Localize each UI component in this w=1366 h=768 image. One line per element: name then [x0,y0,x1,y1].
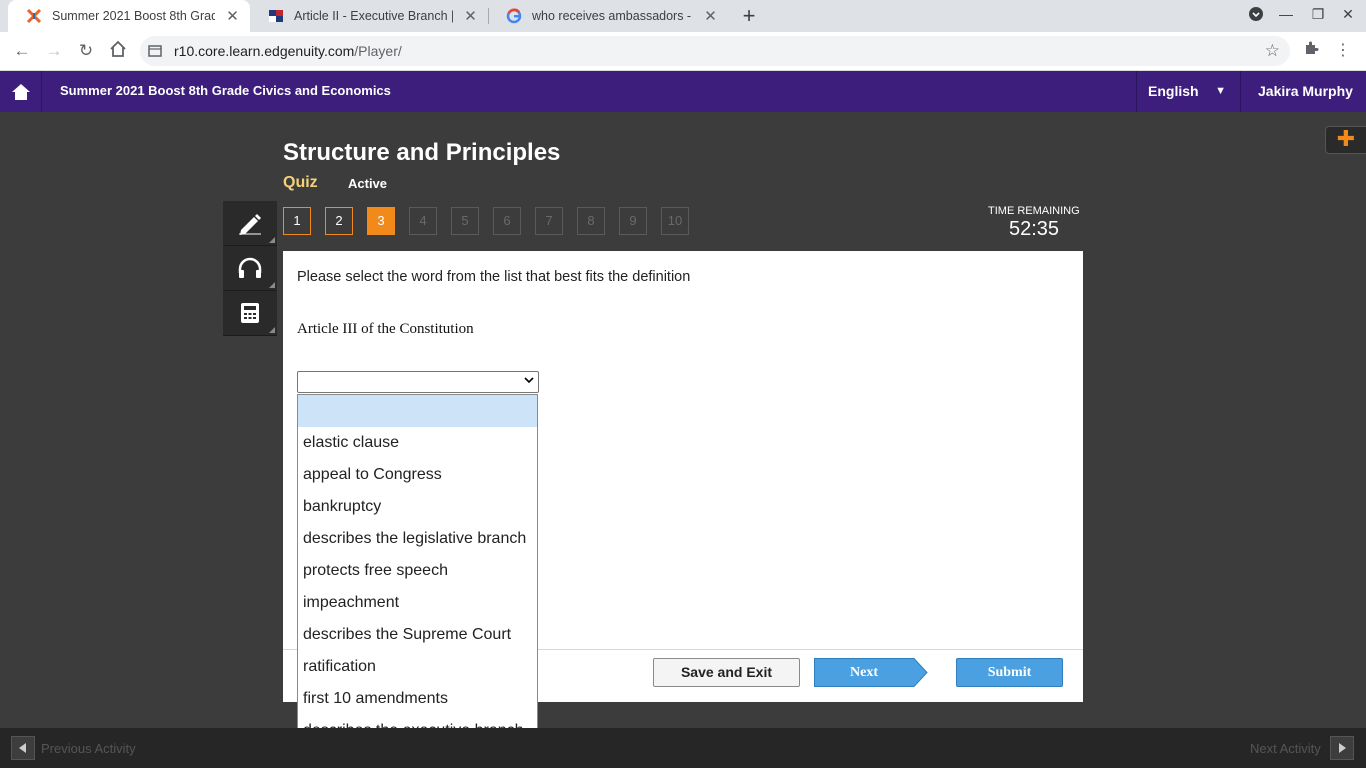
answer-option[interactable]: describes the legislative branch [298,523,537,555]
previous-activity-label: Previous Activity [41,741,136,756]
time-remaining: 52:35 [1009,218,1060,240]
url-text: r10.core.learn.edgenuity.com/Player/ [174,43,402,59]
app-header: Summer 2021 Boost 8th Grade Civics and E… [0,71,1366,112]
answer-option[interactable]: impeachment [298,587,537,619]
answer-option[interactable]: describes the Supreme Court [298,619,537,651]
edgenuity-favicon-icon [26,8,42,24]
answer-option[interactable]: protects free speech [298,555,537,587]
question-number-9: 9 [619,207,647,235]
tab-title: Summer 2021 Boost 8th Grade Civics and E… [52,9,216,23]
address-bar[interactable]: r10.core.learn.edgenuity.com/Player/ ☆ [140,36,1290,66]
question-number-4: 4 [409,207,437,235]
browser-tab-constitution[interactable]: Article II - Executive Branch | The Nati… [250,0,488,32]
tool-rail [223,201,277,336]
definition-term: Article III of the Constitution [297,321,474,337]
constitution-center-favicon-icon [268,8,284,24]
minimize-icon[interactable]: — [1276,6,1296,26]
page-title: Structure and Principles [283,139,561,166]
restore-icon[interactable]: ❐ [1308,6,1328,26]
question-number-2[interactable]: 2 [325,207,353,235]
user-menu[interactable]: Jakira Murphy [1240,71,1366,112]
question-number-8: 8 [577,207,605,235]
course-title: Summer 2021 Boost 8th Grade Civics and E… [60,83,391,98]
close-tab-icon[interactable]: ✕ [703,7,718,25]
close-tab-icon[interactable]: ✕ [463,7,478,25]
new-tab-icon[interactable]: + [738,4,760,28]
question-number-6: 6 [493,207,521,235]
activity-type-label: Quiz [283,174,318,191]
answer-options-list: elastic clause appeal to Congress bankru… [297,394,538,746]
back-icon[interactable]: ← [11,40,33,62]
language-selector[interactable]: English ▼ [1136,71,1240,112]
next-activity-label: Next Activity [1250,741,1321,756]
answer-option[interactable]: elastic clause [298,427,537,459]
caret-left-icon [19,743,26,753]
submit-button[interactable]: Submit [956,658,1063,687]
previous-activity-button[interactable] [11,736,35,760]
save-and-exit-button[interactable]: Save and Exit [653,658,800,687]
answer-option[interactable]: bankruptcy [298,491,537,523]
house-icon [11,83,30,100]
chevron-down-icon [524,377,534,384]
caret-right-icon [1339,743,1346,753]
bookmark-star-icon[interactable]: ☆ [1265,41,1280,61]
question-prompt: Please select the word from the list tha… [297,269,691,285]
tab-title: Article II - Executive Branch | The Nati… [294,9,454,23]
expand-tools-button[interactable]: ✚ [1325,126,1366,154]
app-home-button[interactable] [0,71,42,112]
answer-option[interactable]: first 10 amendments [298,683,537,715]
close-window-icon[interactable]: ✕ [1338,6,1358,26]
forward-icon[interactable]: → [43,40,65,62]
pencil-icon [239,214,261,235]
browser-tab-google[interactable]: who receives ambassadors - Google Search… [488,0,728,32]
browser-tab-strip: Summer 2021 Boost 8th Grade Civics and E… [0,0,1366,32]
next-button[interactable]: Next [814,658,928,687]
extensions-icon[interactable] [1300,40,1322,62]
browser-tab-edgenuity[interactable]: Summer 2021 Boost 8th Grade Civics and E… [8,0,250,32]
answer-option[interactable] [298,395,537,427]
answer-select[interactable] [297,371,539,393]
question-number-10: 10 [661,207,689,235]
question-number-7: 7 [535,207,563,235]
reload-icon[interactable]: ↻ [75,40,97,62]
home-icon[interactable] [107,40,129,62]
google-favicon-icon [506,8,522,24]
browser-toolbar: ← → ↻ r10.core.learn.edgenuity.com/Playe… [0,32,1366,71]
tab-search-icon[interactable] [1246,6,1266,26]
answer-option[interactable]: appeal to Congress [298,459,537,491]
calculator-tool-button[interactable] [223,291,277,336]
next-activity-button[interactable] [1330,736,1354,760]
close-tab-icon[interactable]: ✕ [225,7,240,25]
annotate-tool-button[interactable] [223,201,277,246]
question-number-1[interactable]: 1 [283,207,311,235]
question-number-3[interactable]: 3 [367,207,395,235]
chevron-down-icon: ▼ [1215,85,1226,97]
headphones-icon [238,257,262,278]
activity-status: Active [348,176,388,191]
activity-footer: Previous Activity Next Activity [0,728,1366,768]
answer-option[interactable]: ratification [298,651,537,683]
browser-menu-icon[interactable]: ⋮ [1332,40,1354,62]
timer-label: TIME REMAINING [988,205,1080,217]
tab-title: who receives ambassadors - Google Search [532,9,693,23]
question-number-5: 5 [451,207,479,235]
site-info-icon[interactable] [148,44,162,58]
audio-tool-button[interactable] [223,246,277,291]
question-navigator: 1 2 3 4 5 6 7 8 9 10 [283,207,703,235]
calculator-icon [241,303,259,323]
